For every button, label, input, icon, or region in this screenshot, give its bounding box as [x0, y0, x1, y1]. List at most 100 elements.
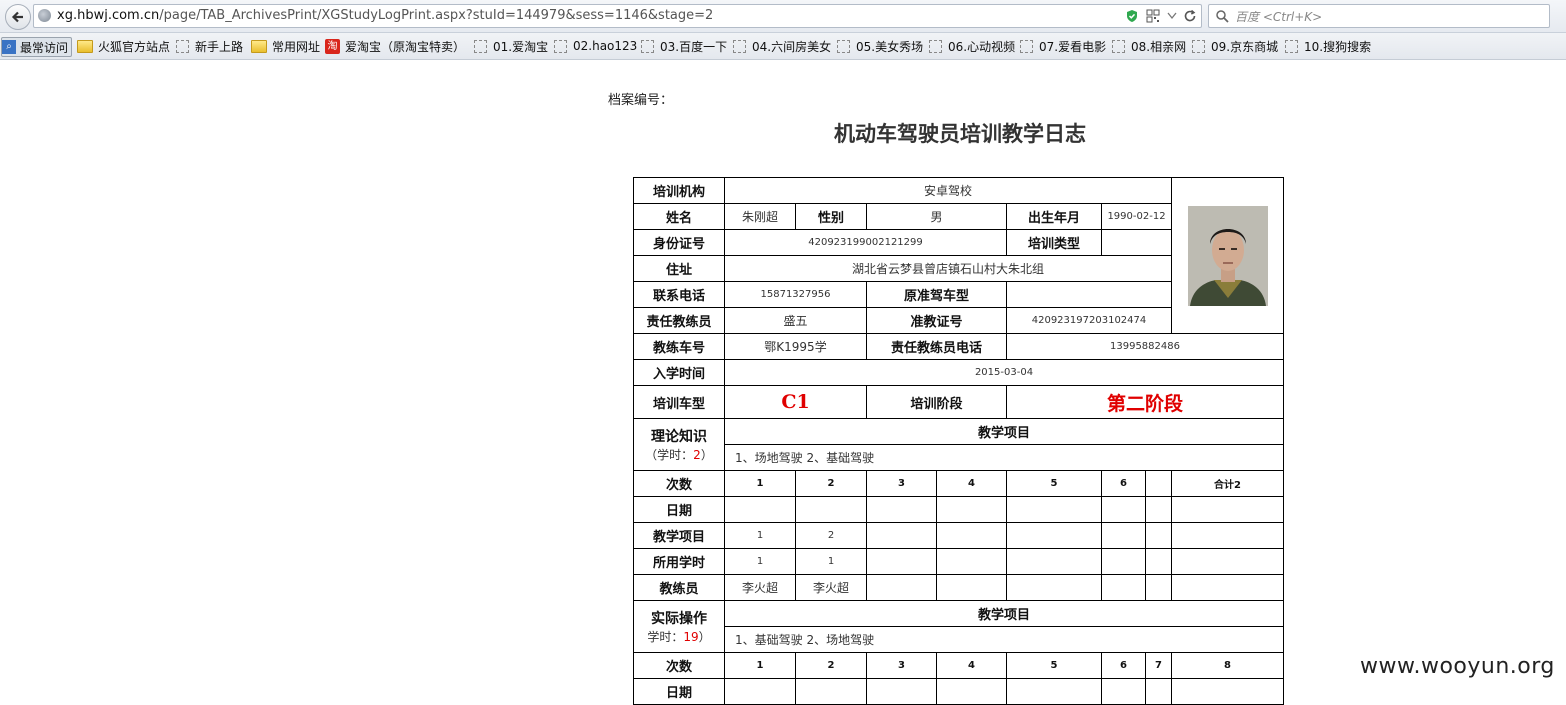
count-cell: 3 — [866, 652, 937, 679]
birth-value: 1990-02-12 — [1100, 203, 1173, 230]
date-cell — [1006, 678, 1102, 705]
page-icon — [1192, 39, 1205, 53]
bookmark-label: 05.美女秀场 — [856, 39, 924, 54]
hours-cell — [1101, 548, 1146, 575]
coach-cell — [866, 574, 937, 601]
date-cell — [1144, 496, 1173, 523]
bookmark-most-visited[interactable]: ⌕ 最常访问 — [1, 37, 73, 57]
search-bar[interactable]: 百度 <Ctrl+K> — [1208, 4, 1550, 28]
bookmark-01[interactable]: 01.爱淘宝 — [474, 37, 548, 55]
date-cell — [936, 678, 1007, 705]
bookmark-aitaobao-special[interactable]: 淘爱淘宝（原淘宝特卖） — [325, 37, 465, 55]
address-bar[interactable]: xg.hbwj.com.cn/page/TAB_ArchivesPrint/XG… — [33, 4, 1202, 28]
bookmarks-toolbar: ⌕ 最常访问 火狐官方站点 新手上路 常用网址 淘爱淘宝（原淘宝特卖） 01.爱淘… — [0, 33, 1566, 60]
taobao-icon: 淘 — [325, 38, 340, 54]
shield-icon[interactable] — [1124, 8, 1140, 24]
stage-value: 第二阶段 — [1005, 385, 1285, 419]
count-cell: 4 — [936, 652, 1007, 679]
stage-label: 培训阶段 — [866, 385, 1007, 419]
theory-title: 理论知识 — [651, 429, 707, 445]
url-text[interactable]: xg.hbwj.com.cn/page/TAB_ArchivesPrint/XG… — [57, 8, 713, 23]
hours-cell — [936, 548, 1007, 575]
hours-cell: 1 — [724, 548, 796, 575]
row-label: 日期 — [633, 496, 725, 523]
row-label: 日期 — [633, 678, 725, 705]
orig-license-value — [1005, 281, 1173, 308]
site-identity-icon[interactable] — [38, 9, 51, 22]
bookmark-03[interactable]: 03.百度一下 — [641, 37, 727, 55]
date-cell — [936, 496, 1007, 523]
train-type-value — [1100, 229, 1173, 256]
count-cell: 6 — [1101, 470, 1146, 497]
count-cell: 7 — [1144, 652, 1173, 679]
date-cell — [724, 678, 796, 705]
practice-title: 实际操作 — [651, 611, 707, 627]
reload-icon[interactable] — [1182, 8, 1198, 24]
practice-hours: 学时：19） — [635, 628, 724, 645]
count-cell: 5 — [1006, 652, 1102, 679]
bookmark-05[interactable]: 05.美女秀场 — [837, 37, 923, 55]
org-value: 安卓驾校 — [723, 177, 1173, 204]
count-cell: 1 — [724, 652, 796, 679]
date-cell — [1171, 678, 1285, 705]
practice-items-header: 教学项目 — [723, 600, 1285, 627]
bookmark-04[interactable]: 04.六间房美女 — [733, 37, 831, 55]
page-title: 机动车驾驶员培训教学日志 — [834, 121, 1086, 146]
bookmark-label: 08.相亲网 — [1131, 39, 1187, 54]
count-cell: 1 — [724, 470, 796, 497]
theory-hours-value: 2 — [693, 448, 701, 462]
back-button[interactable] — [5, 4, 31, 30]
project-cell — [1171, 522, 1285, 549]
bookmark-getting-started[interactable]: 新手上路 — [176, 37, 243, 55]
coach-cell: 李火超 — [795, 574, 867, 601]
date-cell — [866, 678, 937, 705]
qrcode-icon[interactable] — [1145, 8, 1161, 24]
bookmark-label: 02.hao123 — [573, 39, 638, 53]
coach-cert-value: 420923197203102474 — [1005, 307, 1173, 334]
birth-label: 出生年月 — [1006, 203, 1102, 230]
practice-count-row: 次数 1 2 3 4 5 6 7 8 — [633, 652, 1285, 679]
coach-cell — [1171, 574, 1285, 601]
bookmark-label: 火狐官方站点 — [98, 39, 171, 54]
count-cell — [1144, 470, 1173, 497]
org-label: 培训机构 — [633, 177, 725, 204]
page-icon — [554, 39, 567, 53]
count-cell: 6 — [1101, 652, 1146, 679]
count-cell: 5 — [1006, 470, 1102, 497]
page-icon — [837, 39, 850, 53]
bookmark-label: 常用网址 — [272, 39, 321, 54]
archive-number-label: 档案编号： — [608, 93, 674, 108]
bookmark-06[interactable]: 06.心动视频 — [929, 37, 1015, 55]
row-label: 教练员 — [633, 574, 725, 601]
bookmark-02[interactable]: 02.hao123 — [554, 37, 637, 55]
id-value: 420923199002121299 — [724, 229, 1007, 256]
bookmark-label: 06.心动视频 — [948, 39, 1016, 54]
theory-items: 1、场地驾驶 2、基础驾驶 — [723, 444, 1285, 471]
bookmark-label: 10.搜狗搜索 — [1304, 39, 1372, 54]
practice-items: 1、基础驾驶 2、场地驾驶 — [723, 626, 1285, 653]
coach-cell — [1006, 574, 1102, 601]
address-value: 湖北省云梦县曾店镇石山村大朱北组 — [723, 255, 1173, 282]
dropdown-arrow-icon[interactable] — [1164, 8, 1180, 24]
name-label: 姓名 — [633, 203, 725, 230]
practice-hours-suffix: ） — [698, 630, 711, 644]
magnifier-icon: ⌕ — [2, 40, 16, 54]
training-log-table: 培训机构 安卓驾校 姓名 朱刚超 性别 男 出生年月 1990-02-12 身份… — [633, 177, 1285, 705]
bookmark-folder-common[interactable]: 常用网址 — [251, 37, 320, 55]
bookmark-folder-firefox[interactable]: 火狐官方站点 — [77, 37, 170, 55]
bookmark-09[interactable]: 09.京东商城 — [1192, 37, 1278, 55]
theory-hours: （学时：2） — [635, 446, 724, 463]
row-label: 次数 — [633, 470, 725, 497]
coach-phone-value: 13995882486 — [1005, 333, 1285, 360]
project-cell: 1 — [724, 522, 796, 549]
bookmark-08[interactable]: 08.相亲网 — [1112, 37, 1186, 55]
folder-icon — [251, 39, 267, 53]
practice-section-header: 实际操作 学时：19） — [633, 600, 725, 653]
hours-cell — [1144, 548, 1173, 575]
bookmark-07[interactable]: 07.爱看电影 — [1020, 37, 1106, 55]
theory-coach-row: 教练员 李火超 李火超 — [633, 574, 1285, 601]
bookmark-10[interactable]: 10.搜狗搜索 — [1285, 37, 1371, 55]
url-path: /page/TAB_ArchivesPrint/XGStudyLogPrint.… — [159, 8, 714, 23]
page-icon — [733, 39, 746, 53]
row-label: 次数 — [633, 652, 725, 679]
